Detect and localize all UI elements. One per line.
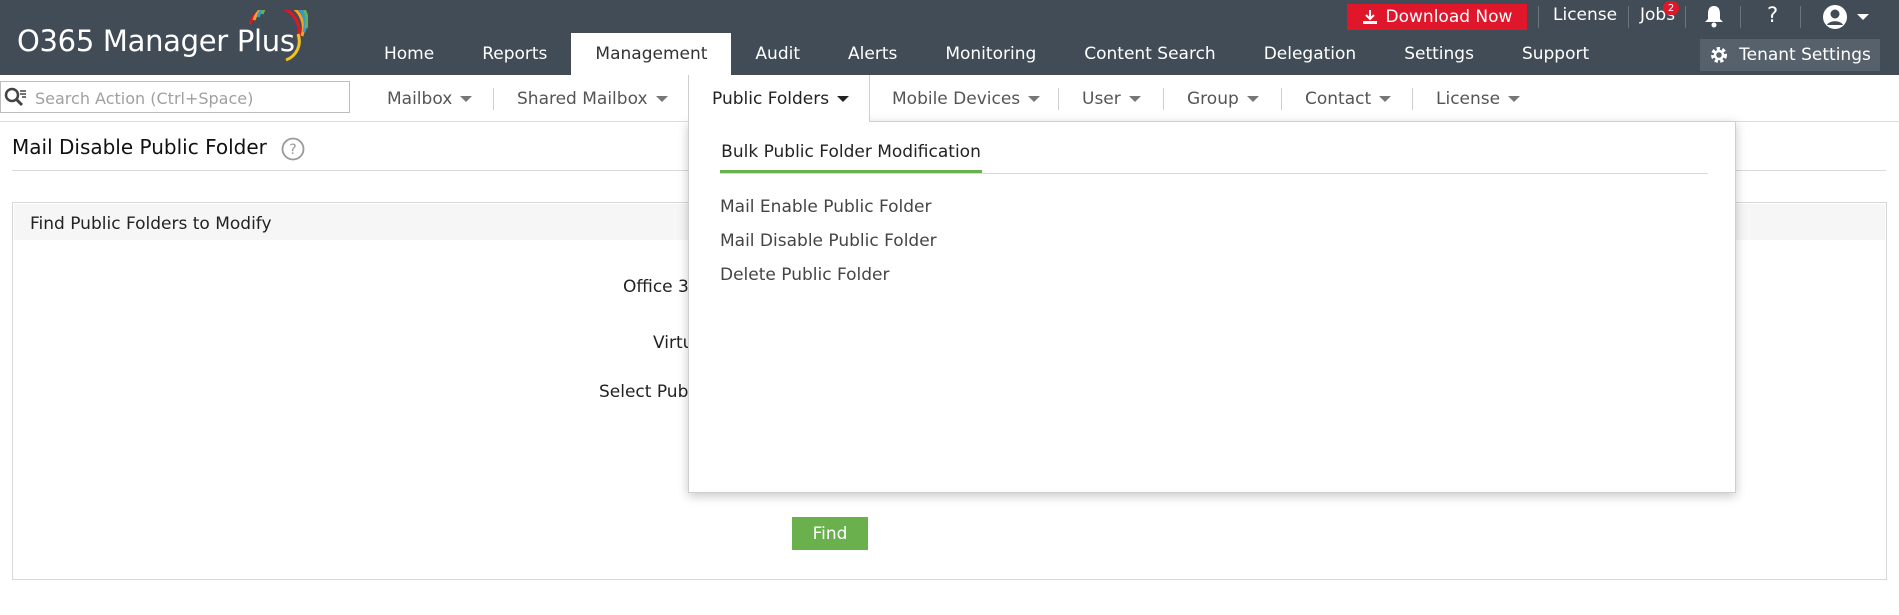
subnav-separator xyxy=(1058,88,1059,110)
subnav-mailbox[interactable]: Mailbox xyxy=(387,89,473,109)
nav-management[interactable]: Management xyxy=(571,33,732,75)
top-separator xyxy=(1538,6,1539,28)
subnav-shared-mailbox[interactable]: Shared Mailbox xyxy=(517,89,668,109)
subnav-label: Group xyxy=(1187,89,1239,109)
find-button[interactable]: Find xyxy=(792,517,868,550)
main-nav: Home Reports Management Audit Alerts Mon… xyxy=(360,33,1613,75)
search-icon xyxy=(4,87,26,107)
subnav-separator xyxy=(1281,88,1282,110)
logo-arc-icon xyxy=(248,10,308,62)
chevron-down-icon xyxy=(655,96,668,102)
subnav-contact[interactable]: Contact xyxy=(1305,89,1392,109)
dropdown-divider xyxy=(720,173,1708,174)
subnav-separator xyxy=(493,88,494,110)
menu-item-mail-disable-public-folder[interactable]: Mail Disable Public Folder xyxy=(720,231,937,251)
download-now-label: Download Now xyxy=(1385,7,1513,27)
nav-settings[interactable]: Settings xyxy=(1380,33,1498,75)
nav-delegation[interactable]: Delegation xyxy=(1240,33,1381,75)
jobs-count-badge: 2 xyxy=(1663,1,1679,15)
office365-tenant-label: Office 3 xyxy=(623,277,689,297)
panel-title: Find Public Folders to Modify xyxy=(30,214,272,234)
subnav-label: User xyxy=(1082,89,1121,109)
user-avatar-icon[interactable] xyxy=(1822,4,1848,30)
subnav-label: Mobile Devices xyxy=(892,89,1021,109)
nav-monitoring[interactable]: Monitoring xyxy=(921,33,1060,75)
nav-audit[interactable]: Audit xyxy=(731,33,824,75)
subnav-separator xyxy=(1163,88,1164,110)
subnav-separator xyxy=(1412,88,1413,110)
subnav-mobile-devices[interactable]: Mobile Devices xyxy=(892,89,1041,109)
user-menu-chevron-down-icon[interactable] xyxy=(1857,14,1869,20)
bell-icon[interactable] xyxy=(1703,4,1725,28)
select-public-folder-label: Select Pub xyxy=(599,382,689,402)
tenant-settings-button[interactable]: Tenant Settings xyxy=(1700,39,1880,71)
subnav-label: License xyxy=(1436,89,1501,109)
top-bar: O365 Manager Plus Home Reports Managemen… xyxy=(0,0,1899,75)
search-action-box[interactable] xyxy=(0,81,350,113)
help-link[interactable]: ? xyxy=(1767,3,1778,27)
subnav-label: Contact xyxy=(1305,89,1372,109)
chevron-down-icon xyxy=(1028,96,1041,102)
top-separator xyxy=(1685,6,1686,28)
svg-text:?: ? xyxy=(289,142,296,158)
page-title: Mail Disable Public Folder xyxy=(12,135,267,159)
top-separator xyxy=(1800,6,1801,28)
chevron-down-icon xyxy=(460,96,473,102)
search-action-input[interactable] xyxy=(33,85,337,111)
help-circle-icon[interactable]: ? xyxy=(281,137,305,161)
subnav-public-folders[interactable]: Public Folders xyxy=(712,89,850,109)
license-link[interactable]: License xyxy=(1553,5,1617,25)
nav-reports[interactable]: Reports xyxy=(458,33,571,75)
subnav-license[interactable]: License xyxy=(1436,89,1521,109)
nav-support[interactable]: Support xyxy=(1498,33,1613,75)
chevron-down-icon xyxy=(837,96,850,102)
tenant-settings-label: Tenant Settings xyxy=(1739,45,1871,65)
chevron-down-icon xyxy=(1508,96,1521,102)
nav-alerts[interactable]: Alerts xyxy=(824,33,921,75)
subnav-label: Public Folders xyxy=(712,89,830,109)
menu-item-mail-enable-public-folder[interactable]: Mail Enable Public Folder xyxy=(720,197,932,217)
download-now-button[interactable]: Download Now xyxy=(1347,4,1527,30)
nav-home[interactable]: Home xyxy=(360,33,458,75)
chevron-down-icon xyxy=(1246,96,1259,102)
nav-content-search[interactable]: Content Search xyxy=(1060,33,1239,75)
download-icon xyxy=(1362,10,1377,24)
dropdown-tab-bulk-modification[interactable]: Bulk Public Folder Modification xyxy=(720,134,982,174)
subnav-label: Mailbox xyxy=(387,89,453,109)
top-separator xyxy=(1628,6,1629,28)
subnav-group[interactable]: Group xyxy=(1187,89,1259,109)
public-folders-dropdown: Bulk Public Folder Modification Mail Ena… xyxy=(688,121,1736,493)
top-separator xyxy=(1740,6,1741,28)
chevron-down-icon xyxy=(1128,96,1141,102)
subnav-user[interactable]: User xyxy=(1082,89,1141,109)
chevron-down-icon xyxy=(1379,96,1392,102)
subnav-label: Shared Mailbox xyxy=(517,89,648,109)
gear-icon xyxy=(1711,47,1728,63)
menu-item-delete-public-folder[interactable]: Delete Public Folder xyxy=(720,265,890,285)
